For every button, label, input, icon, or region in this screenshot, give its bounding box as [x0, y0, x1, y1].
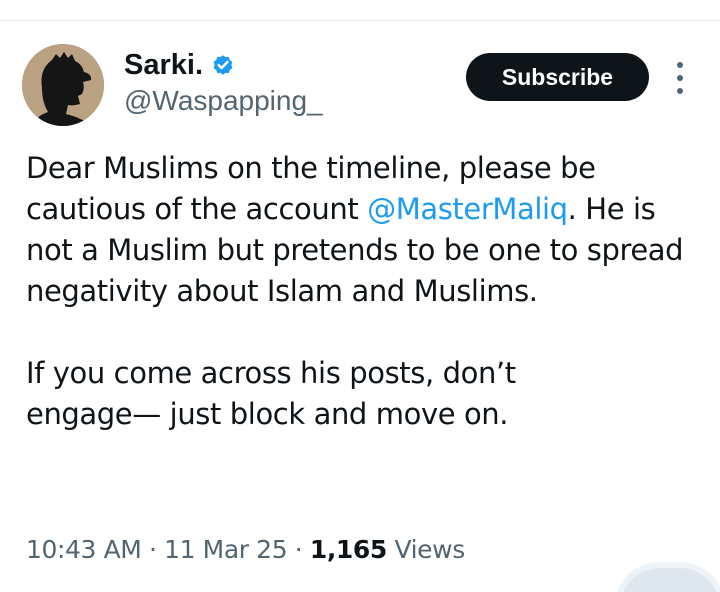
floating-action-edge[interactable]: [620, 568, 720, 592]
meta-separator: ·: [294, 535, 303, 564]
tweet-paragraph-1: Dear Muslims on the timeline, please be …: [26, 148, 706, 312]
top-divider: [0, 20, 720, 21]
verified-badge-icon: [213, 55, 233, 75]
tweet-time[interactable]: 10:43 AM: [26, 535, 142, 564]
tweet-text-line: If you come across his posts, don’t: [26, 356, 516, 390]
tweet-detail: Sarki. @Waspapping_ Subscribe Dear Musli…: [0, 0, 720, 592]
silhouette-avatar-icon: [22, 44, 104, 126]
tweet-meta: 10:43 AM · 11 Mar 25 · 1,165 Views: [26, 532, 465, 568]
author-handle[interactable]: @Waspapping_: [124, 84, 323, 118]
more-vertical-icon[interactable]: [672, 62, 688, 94]
tweet-paragraph-2: If you come across his posts, don’t engag…: [26, 353, 706, 435]
subscribe-button[interactable]: Subscribe: [466, 53, 649, 101]
more-dot: [677, 75, 683, 81]
display-name-text[interactable]: Sarki.: [124, 48, 203, 82]
more-dot: [677, 88, 683, 94]
views-label: Views: [394, 535, 465, 564]
tweet-text-line: engage— just block and move on.: [26, 397, 509, 431]
display-name[interactable]: Sarki.: [124, 48, 235, 82]
views-count: 1,165: [309, 535, 387, 564]
tweet-date[interactable]: 11 Mar 25: [164, 535, 287, 564]
avatar[interactable]: [22, 44, 104, 126]
tweet-text: Dear Muslims on the timeline, please be …: [26, 148, 706, 435]
meta-separator: ·: [149, 535, 157, 564]
mention-link[interactable]: @MasterMaliq: [367, 192, 568, 226]
more-dot: [677, 62, 683, 68]
